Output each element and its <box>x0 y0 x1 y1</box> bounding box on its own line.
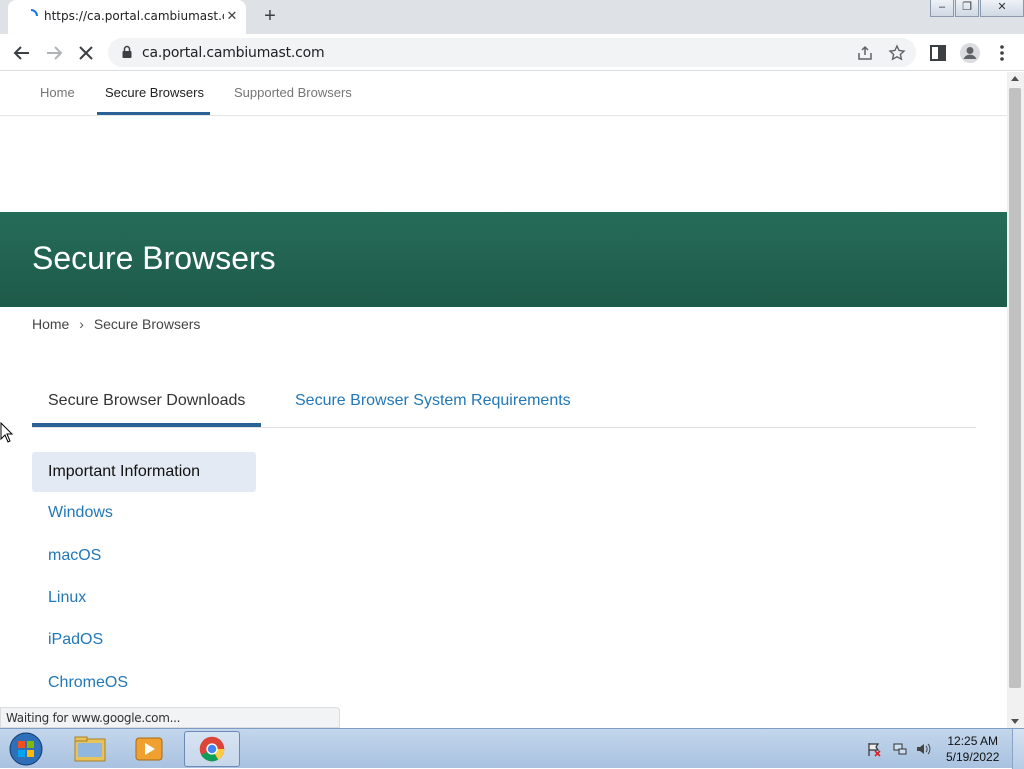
top-navigation: Home Secure Browsers Supported Browsers <box>0 72 1007 116</box>
stop-loading-icon[interactable] <box>74 41 98 65</box>
nav-item-secure-browsers[interactable]: Secure Browsers <box>105 85 204 100</box>
sidenav-item-linux[interactable]: Linux <box>32 578 256 618</box>
media-player-icon[interactable] <box>121 731 177 767</box>
clock-date: 5/19/2022 <box>946 750 1000 764</box>
tab-title: https://ca.portal.cambiumast.com <box>44 9 224 23</box>
browser-toolbar: ca.portal.cambiumast.com <box>0 34 1024 71</box>
network-icon[interactable] <box>892 741 908 757</box>
breadcrumb-chevron-icon: › <box>79 316 84 332</box>
tab-close-icon[interactable]: ✕ <box>224 8 240 24</box>
breadcrumb: Home › Secure Browsers <box>32 316 200 332</box>
nav-item-home[interactable]: Home <box>40 85 75 100</box>
system-clock[interactable]: 12:25 AM 5/19/2022 <box>946 733 999 765</box>
lock-icon <box>122 45 132 58</box>
tab-secure-browser-downloads[interactable]: Secure Browser Downloads <box>48 392 245 410</box>
tab-strip: https://ca.portal.cambiumast.com ✕ + – ❐… <box>0 0 1024 34</box>
mouse-cursor-icon <box>0 422 14 443</box>
taskbar: 12:25 AM 5/19/2022 <box>0 728 1024 769</box>
file-explorer-icon[interactable] <box>62 731 118 767</box>
profile-avatar-icon[interactable] <box>958 41 982 65</box>
breadcrumb-current: Secure Browsers <box>93 316 201 332</box>
back-icon[interactable] <box>10 41 34 65</box>
nav-active-indicator <box>97 112 210 115</box>
address-bar[interactable]: ca.portal.cambiumast.com <box>108 38 916 67</box>
share-icon[interactable] <box>856 44 874 62</box>
clock-time: 12:25 AM <box>947 734 999 748</box>
window-close-icon[interactable]: ✕ <box>980 0 1024 17</box>
scroll-up-icon[interactable] <box>1011 76 1019 81</box>
nav-item-supported-browsers[interactable]: Supported Browsers <box>234 85 352 100</box>
sidenav-item-ipados[interactable]: iPadOS <box>32 620 256 660</box>
scroll-thumb[interactable] <box>1009 88 1021 688</box>
show-desktop-button[interactable] <box>1012 729 1024 769</box>
page-banner: Secure Browsers <box>0 212 1007 307</box>
sidenav-item-chromeos[interactable]: ChromeOS <box>32 663 256 703</box>
loading-spinner-icon <box>30 9 38 17</box>
sidenav-item-important-information[interactable]: Important Information <box>32 452 256 492</box>
sidenav-item-macos[interactable]: macOS <box>32 536 256 576</box>
scroll-down-icon[interactable] <box>1011 719 1019 724</box>
more-menu-icon[interactable] <box>990 41 1014 65</box>
page-scrollbar[interactable] <box>1007 72 1024 728</box>
minimize-icon[interactable]: – <box>930 0 954 17</box>
sidenav-item-windows[interactable]: Windows <box>32 493 256 533</box>
tab-system-requirements[interactable]: Secure Browser System Requirements <box>295 392 571 410</box>
page-title: Secure Browsers <box>32 240 276 276</box>
volume-icon[interactable] <box>915 741 931 757</box>
side-panel-icon[interactable] <box>926 41 950 65</box>
new-tab-icon[interactable]: + <box>259 5 281 27</box>
start-button-icon[interactable] <box>6 731 46 767</box>
page-viewport: Home Secure Browsers Supported Browsers … <box>0 72 1007 728</box>
tab-active-indicator <box>32 423 261 427</box>
bookmark-star-icon[interactable] <box>888 44 906 62</box>
browser-tab[interactable]: https://ca.portal.cambiumast.com ✕ <box>8 0 246 34</box>
forward-icon[interactable] <box>42 41 66 65</box>
action-center-flag-icon[interactable] <box>866 741 882 757</box>
window-controls: – ❐ ✕ <box>929 0 1024 18</box>
content-tabs: Secure Browser Downloads Secure Browser … <box>32 378 976 428</box>
chrome-taskbar-icon[interactable] <box>184 731 240 767</box>
status-bubble: Waiting for www.google.com... <box>0 707 340 728</box>
breadcrumb-home[interactable]: Home <box>32 316 69 332</box>
url-text: ca.portal.cambiumast.com <box>142 45 325 61</box>
restore-icon[interactable]: ❐ <box>955 0 979 17</box>
